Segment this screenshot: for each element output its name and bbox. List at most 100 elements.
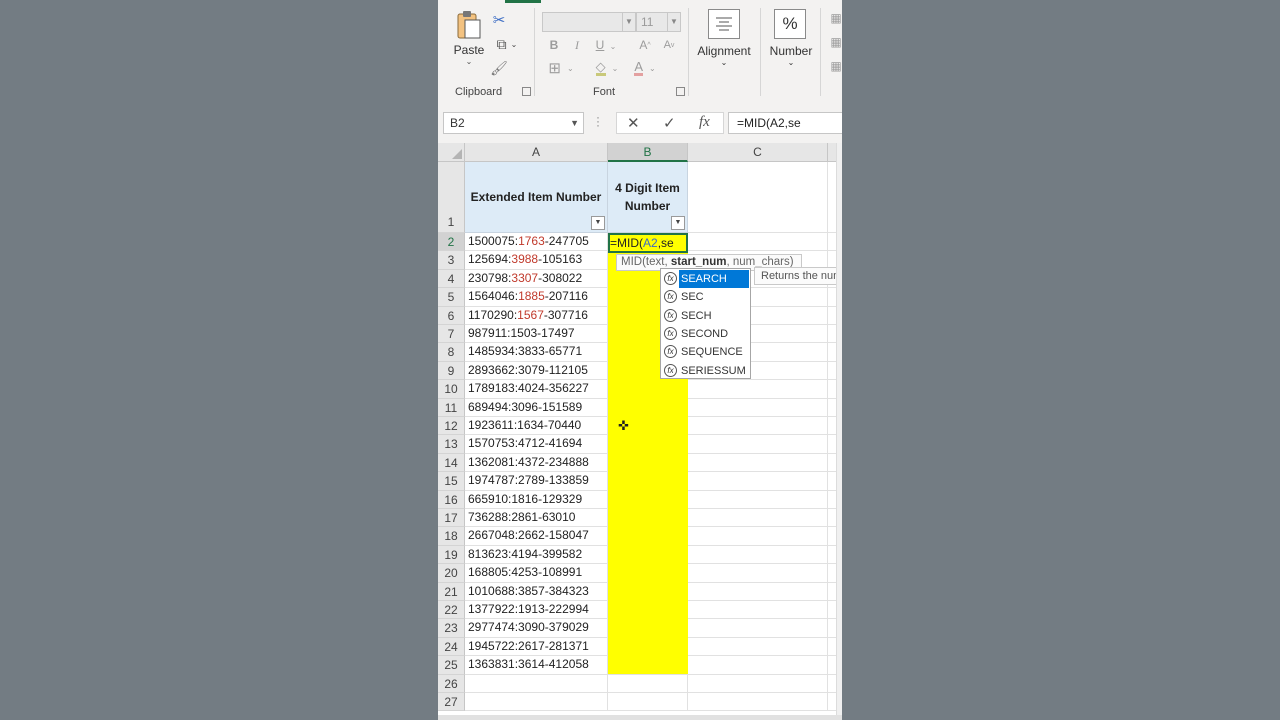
paste-button[interactable]: Paste ⌄ [452,10,486,72]
cell-a[interactable]: 1170290:1567-307716 [465,306,608,325]
cell-a[interactable]: 230798:3307-308022 [465,269,608,289]
more-options-icon[interactable]: · · · [596,111,600,131]
row-header[interactable]: 22 [438,601,465,620]
row-header[interactable]: 2 [438,233,465,252]
row-header[interactable]: 8 [438,343,465,362]
cell-a[interactable]: 2977474:3090-379029 [465,619,608,638]
cell-styles-icon[interactable]: ▦ [830,58,842,74]
cell-a[interactable]: 1010688:3857-384323 [465,582,608,601]
cell-a[interactable]: 1363831:3614-412058 [465,656,608,675]
row-header[interactable]: 23 [438,619,465,638]
cell-c1[interactable] [688,162,828,233]
copy-button[interactable]: ⧉ ⌄ [490,34,524,54]
row-header[interactable]: 15 [438,472,465,491]
number-format-button[interactable]: % [774,9,806,39]
row-header[interactable]: 7 [438,325,465,344]
row-header[interactable]: 14 [438,453,465,473]
row-header[interactable]: 21 [438,582,465,601]
autocomplete-item[interactable]: fx SECH [662,307,749,325]
cell-c[interactable] [688,693,828,712]
row-header[interactable]: 27 [438,693,465,712]
cell-c[interactable] [688,233,828,252]
sheet-tabs-bar[interactable] [438,715,842,720]
cell-a[interactable]: 665910:1816-129329 [465,490,608,509]
column-header-a[interactable]: A [465,143,608,162]
column-header-c[interactable]: C [688,143,828,162]
cell-b[interactable] [608,674,688,693]
font-launcher-icon[interactable] [676,87,685,96]
cell-a[interactable]: 2667048:2662-158047 [465,527,608,546]
filter-dropdown-icon[interactable]: ▼ [671,216,685,230]
cell-c[interactable] [688,564,828,583]
row-header[interactable]: 24 [438,637,465,657]
font-color-button[interactable]: A ⌄ [628,58,662,78]
cell-c[interactable] [688,545,828,565]
cell-c[interactable] [688,582,828,601]
row-header[interactable]: 3 [438,251,465,270]
row-header[interactable]: 4 [438,269,465,289]
cell-c[interactable] [688,509,828,528]
select-all-button[interactable] [438,143,465,162]
cell-a[interactable]: 1945722:2617-281371 [465,637,608,657]
cell-a[interactable]: 813623:4194-399582 [465,545,608,565]
header-cell-a1[interactable]: Extended Item Number ▼ [465,162,608,233]
clipboard-launcher-icon[interactable] [522,87,531,96]
cell-a[interactable]: 736288:2861-63010 [465,509,608,528]
fill-color-button[interactable]: ◇ ⌄ [590,58,624,78]
column-header-b[interactable]: B [608,143,688,162]
cell-a[interactable]: 168805:4253-108991 [465,564,608,583]
insert-function-icon[interactable]: fx [699,114,710,131]
borders-button[interactable]: ⊞ ⌄ [544,58,578,78]
cut-button[interactable]: ✂ [491,10,507,30]
conditional-format-icon[interactable]: ▦ [830,10,842,26]
enter-icon[interactable]: ✓ [663,114,676,132]
cell-a[interactable]: 1362081:4372-234888 [465,453,608,473]
row-header[interactable]: 19 [438,545,465,565]
cell-a[interactable] [465,693,608,712]
format-table-icon[interactable]: ▦ [830,34,842,50]
autocomplete-item[interactable]: fx SEQUENCE [662,343,749,361]
cell-a[interactable]: 1974787:2789-133859 [465,472,608,491]
row-header[interactable]: 13 [438,435,465,454]
row-header[interactable]: 11 [438,398,465,417]
row-header[interactable]: 9 [438,361,465,381]
autocomplete-item[interactable]: fx SEC [662,288,749,306]
cell-c[interactable] [688,490,828,509]
underline-dropdown[interactable]: ⌄ [609,37,617,55]
row-header[interactable]: 20 [438,564,465,583]
autocomplete-item[interactable]: fx SEARCH [662,270,749,288]
row-header[interactable]: 1 [438,162,465,233]
cell-c[interactable] [688,601,828,620]
cell-c[interactable] [688,637,828,657]
cell-c[interactable] [688,656,828,675]
underline-button[interactable]: U [592,36,608,54]
row-header[interactable]: 18 [438,527,465,546]
format-painter-button[interactable]: 🖌 [490,58,508,78]
autocomplete-item[interactable]: fx SERIESSUM [662,362,749,380]
cancel-icon[interactable]: ✕ [627,114,640,132]
row-header[interactable]: 5 [438,288,465,307]
cell-c[interactable] [688,380,828,399]
italic-button[interactable]: I [569,36,585,54]
increase-font-button[interactable]: A ^ [636,36,654,54]
row-header[interactable]: 12 [438,417,465,436]
cell-a[interactable]: 987911:1503-17497 [465,325,608,344]
bold-button[interactable]: B [546,36,562,54]
cell-c[interactable] [688,472,828,491]
active-cell-b2[interactable]: =MID(A2,se [608,233,688,253]
cell-c[interactable] [688,435,828,454]
cell-a[interactable]: 1789183:4024-356227 [465,380,608,399]
cell-a[interactable]: 1500075:1763-247705 [465,233,608,252]
cell-a[interactable]: 1485934:3833-65771 [465,343,608,362]
cell-a[interactable]: 689494:3096-151589 [465,398,608,417]
row-header[interactable]: 10 [438,380,465,399]
cell-c[interactable] [688,417,828,436]
cell-a[interactable]: 125694:3988-105163 [465,251,608,270]
name-box[interactable]: B2 ▼ [443,112,584,134]
row-header[interactable]: 16 [438,490,465,509]
decrease-font-button[interactable]: Av [660,36,678,54]
row-header[interactable]: 17 [438,509,465,528]
font-size-box[interactable]: 11 ▼ [636,12,681,32]
row-header[interactable]: 26 [438,674,465,693]
cell-c[interactable] [688,674,828,693]
